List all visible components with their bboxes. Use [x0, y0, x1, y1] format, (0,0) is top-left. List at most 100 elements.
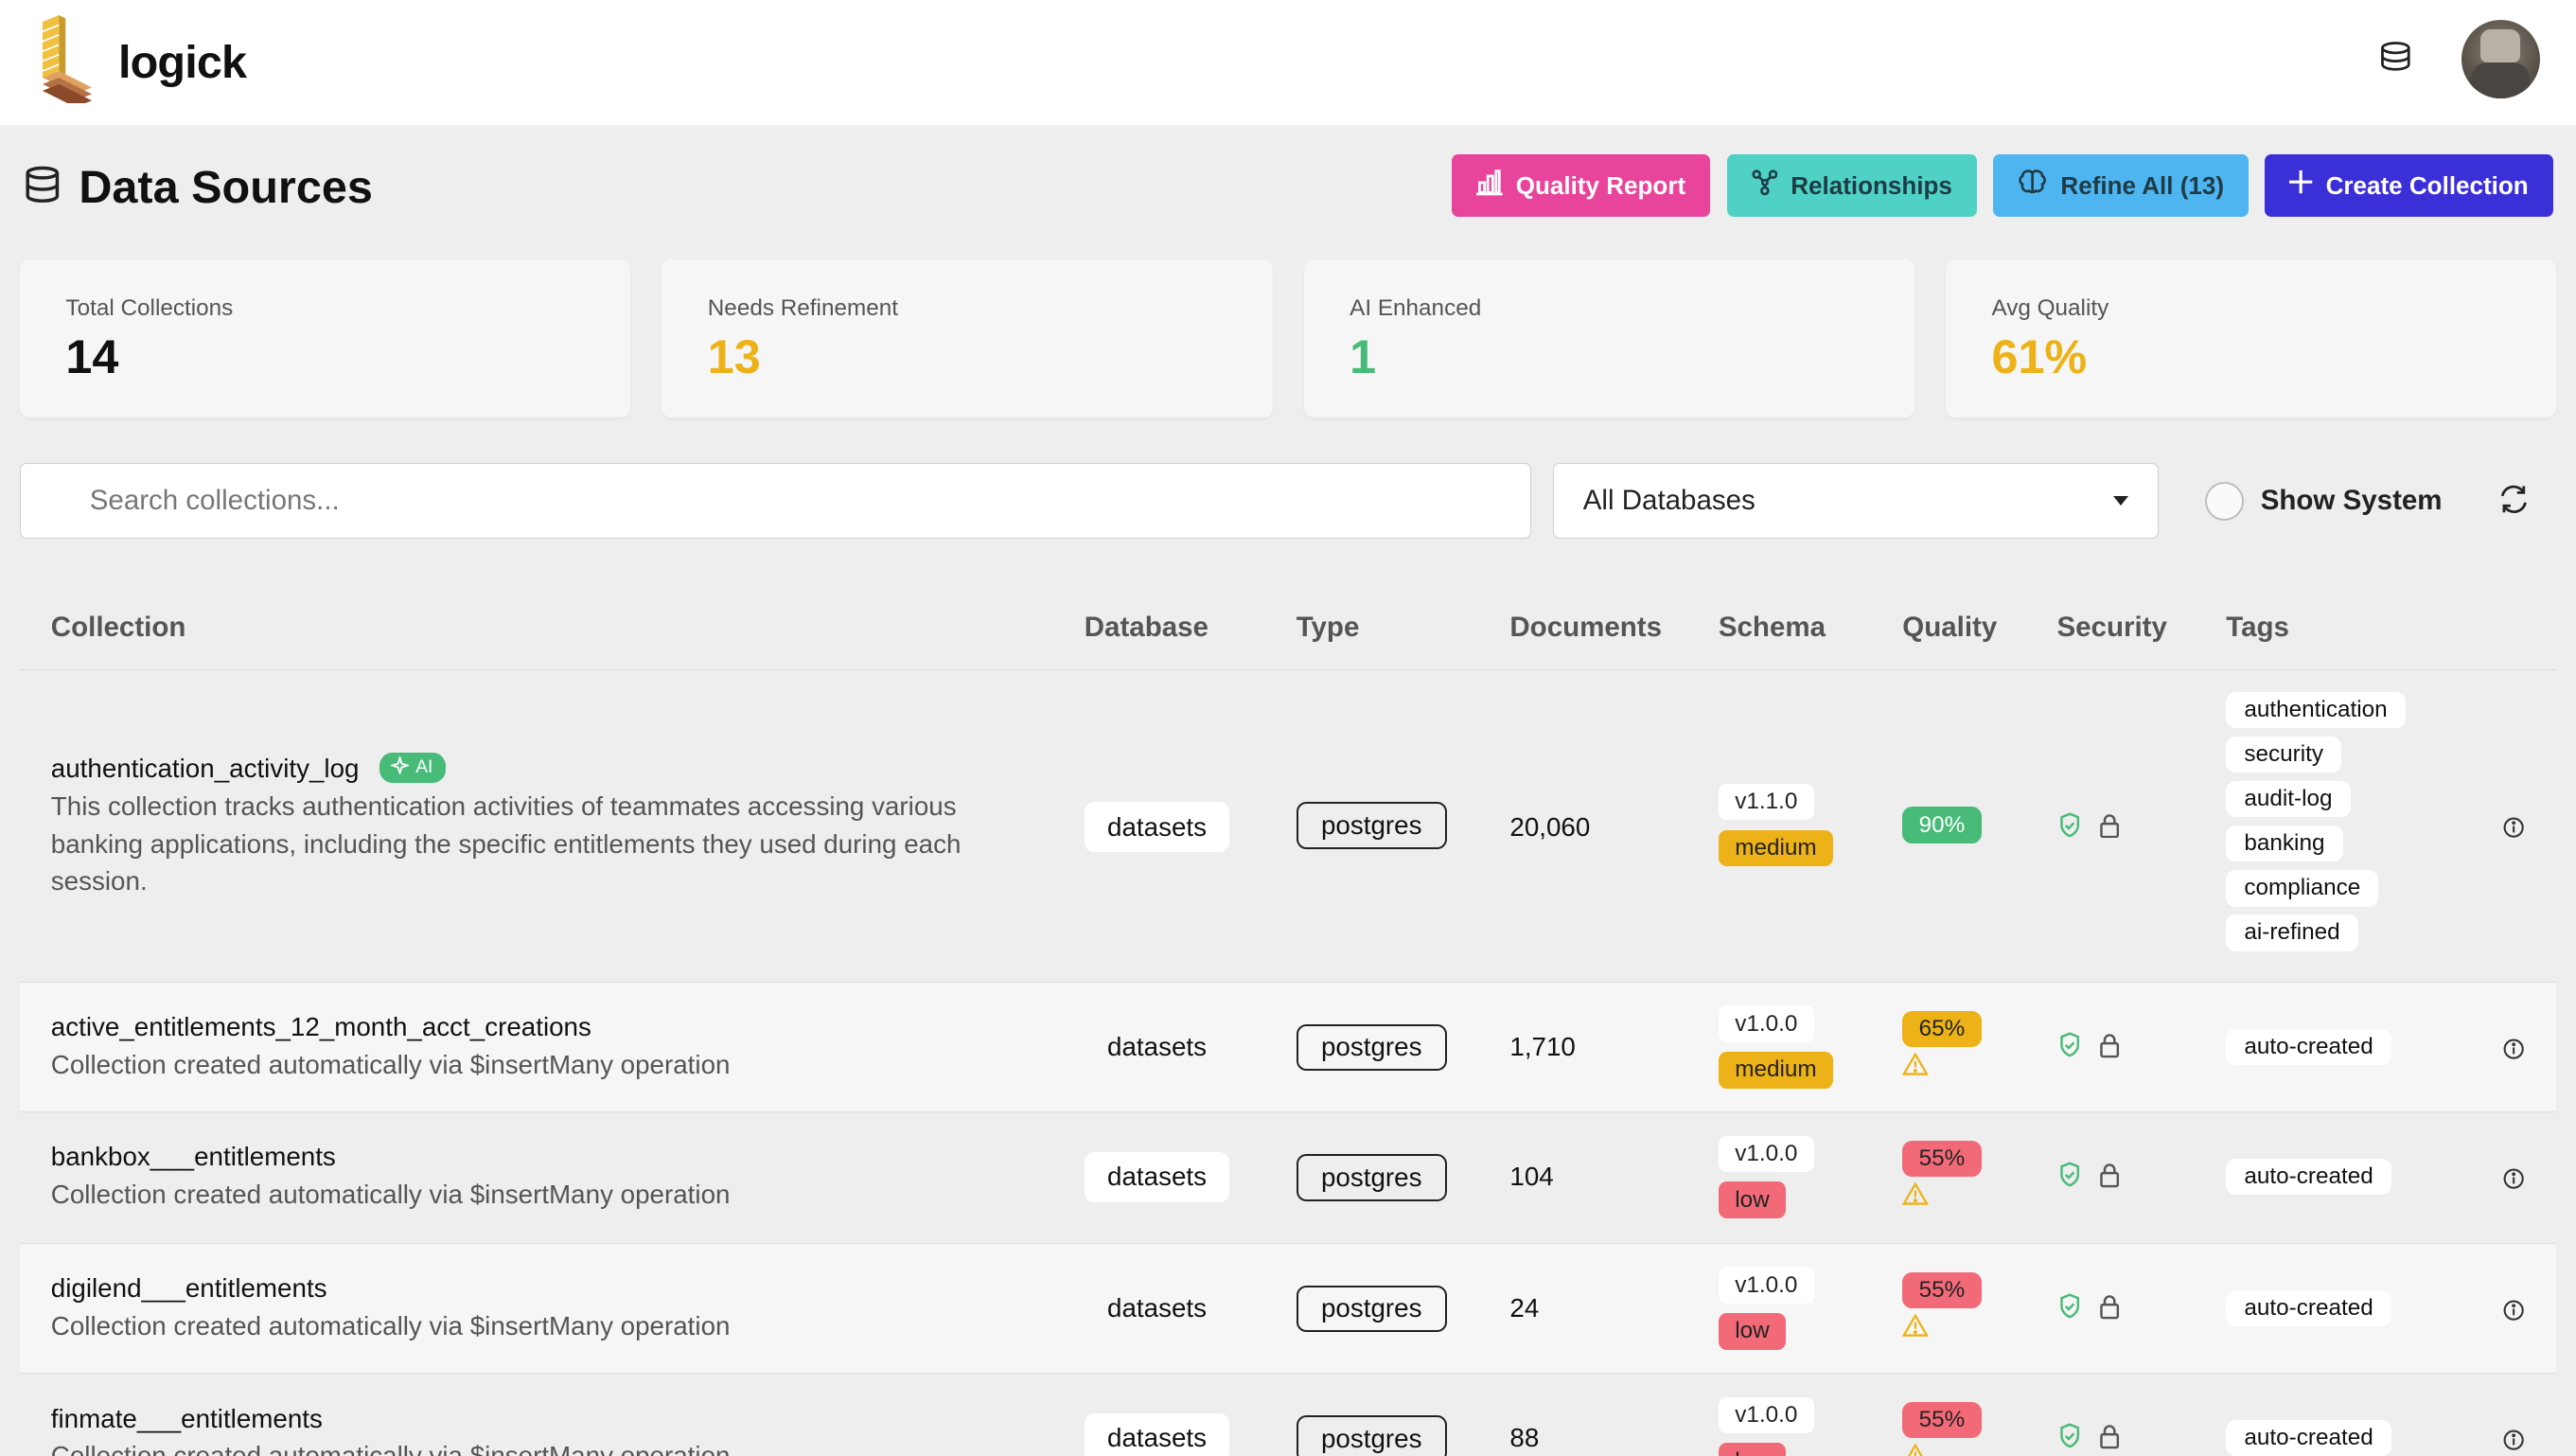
- stat-card-avg-quality: Avg Quality 61%: [1945, 259, 2557, 417]
- info-icon[interactable]: [2502, 1037, 2525, 1067]
- shield-check-icon: [2058, 1293, 2081, 1326]
- graph-nodes-icon: [1751, 169, 1778, 203]
- type-pill: postgres: [1296, 1153, 1447, 1201]
- lock-icon: [2098, 1162, 2121, 1195]
- ai-badge: AI: [379, 753, 447, 784]
- info-icon[interactable]: [2502, 1429, 2525, 1456]
- database-icon: [23, 165, 62, 211]
- table-row[interactable]: digilend___entitlements Collection creat…: [19, 1244, 2557, 1375]
- table-header: Collection Database Type Documents Schem…: [19, 585, 2557, 671]
- collection-description: Collection created automatically via $in…: [50, 1049, 731, 1079]
- table-row[interactable]: active_entitlements_12_month_acct_creati…: [19, 983, 2557, 1113]
- stat-card-total-collections: Total Collections 14: [19, 259, 631, 417]
- type-pill: postgres: [1296, 1023, 1447, 1072]
- collection-description: Collection created automatically via $in…: [50, 1310, 731, 1341]
- refine-all-button[interactable]: Refine All (13): [1993, 154, 2250, 218]
- tag[interactable]: banking: [2226, 826, 2343, 862]
- sparkle-icon: [389, 754, 411, 780]
- tag[interactable]: auto-created: [2226, 1289, 2391, 1327]
- column-header-schema[interactable]: Schema: [1719, 612, 1826, 644]
- chevron-down-icon: [2112, 496, 2128, 506]
- ai-badge-label: AI: [415, 757, 433, 778]
- quality-report-label: Quality Report: [1515, 170, 1686, 200]
- type-pill: postgres: [1296, 802, 1447, 850]
- database-pill: datasets: [1084, 1412, 1230, 1456]
- warning-icon: [1902, 1443, 1981, 1456]
- schema-version: v1.0.0: [1718, 1267, 1814, 1304]
- brand[interactable]: logick: [36, 14, 247, 111]
- collection-cell: digilend___entitlements Collection creat…: [51, 1273, 1037, 1344]
- lock-icon: [2098, 812, 2121, 845]
- column-header-quality[interactable]: Quality: [1902, 612, 1997, 644]
- filters-bar: All Databases Show System: [0, 463, 2576, 540]
- create-collection-button[interactable]: Create Collection: [2265, 154, 2553, 218]
- warning-icon: [1902, 1181, 1981, 1212]
- page-header: Data Sources Quality Report Relationship…: [0, 125, 2576, 250]
- document-count: 1,710: [1509, 1032, 1576, 1062]
- column-header-collection[interactable]: Collection: [51, 612, 186, 644]
- tag[interactable]: ai-refined: [2226, 914, 2358, 951]
- table-row[interactable]: finmate___entitlements Collection create…: [20, 1374, 2556, 1456]
- table-row[interactable]: authentication_activity_log AI This coll…: [19, 670, 2557, 984]
- quality-badge: 90%: [1902, 807, 1982, 843]
- column-header-database[interactable]: Database: [1085, 612, 1209, 644]
- security-indicators: [2058, 1423, 2121, 1456]
- collection-cell: finmate___entitlements Collection create…: [51, 1404, 1037, 1456]
- stat-value: 14: [65, 329, 119, 384]
- column-header-documents[interactable]: Documents: [1509, 612, 1662, 644]
- tag[interactable]: auto-created: [2226, 1028, 2391, 1066]
- security-indicators: [2058, 1032, 2121, 1065]
- collection-name[interactable]: finmate___entitlements: [51, 1404, 1037, 1434]
- app-root: logick Data Sources Quality Report Relat…: [0, 0, 2576, 1456]
- info-icon[interactable]: [2502, 1167, 2525, 1198]
- column-header-security[interactable]: Security: [2056, 612, 2166, 644]
- stat-value: 1: [1350, 329, 1377, 384]
- shield-check-icon: [2058, 1032, 2081, 1065]
- document-count: 104: [1509, 1162, 1554, 1192]
- page-title: Data Sources: [79, 161, 373, 213]
- stat-label: Total Collections: [65, 295, 234, 322]
- collection-description: Collection created automatically via $in…: [50, 1179, 731, 1209]
- column-header-type[interactable]: Type: [1297, 612, 1360, 644]
- relationships-label: Relationships: [1791, 170, 1952, 200]
- shield-check-icon: [2058, 811, 2081, 845]
- stat-value: 61%: [1991, 329, 2088, 384]
- schema-level-badge: low: [1718, 1181, 1787, 1218]
- column-header-tags[interactable]: Tags: [2226, 612, 2289, 644]
- collection-cell: active_entitlements_12_month_acct_creati…: [51, 1012, 1037, 1083]
- tag[interactable]: security: [2226, 736, 2342, 773]
- tag[interactable]: audit-log: [2226, 781, 2351, 818]
- show-system-checkbox[interactable]: [2204, 481, 2245, 522]
- search-input[interactable]: [19, 463, 1531, 540]
- avatar[interactable]: [2461, 19, 2540, 99]
- lock-icon: [2098, 1423, 2121, 1456]
- schema-level-badge: medium: [1718, 829, 1833, 867]
- tag[interactable]: auto-created: [2226, 1158, 2391, 1196]
- stat-value: 13: [707, 329, 761, 384]
- tag[interactable]: compliance: [2226, 870, 2379, 907]
- database-menu-icon[interactable]: [2379, 40, 2412, 80]
- schema-level-badge: low: [1718, 1443, 1787, 1456]
- collection-name[interactable]: bankbox___entitlements: [51, 1142, 1037, 1172]
- header-actions: Quality Report Relationships Refine All …: [1452, 154, 2553, 218]
- security-indicators: [2058, 811, 2121, 845]
- collection-name[interactable]: active_entitlements_12_month_acct_creati…: [51, 1012, 1037, 1042]
- info-icon[interactable]: [2502, 1298, 2525, 1328]
- tag[interactable]: auto-created: [2226, 1419, 2391, 1456]
- relationships-button[interactable]: Relationships: [1726, 154, 1977, 218]
- type-pill: postgres: [1296, 1414, 1447, 1456]
- table-row[interactable]: bankbox___entitlements Collection create…: [19, 1112, 2557, 1245]
- database-select-value: All Databases: [1582, 485, 1756, 517]
- database-select[interactable]: All Databases: [1552, 463, 2160, 540]
- schema-version: v1.0.0: [1718, 1135, 1814, 1172]
- collection-name[interactable]: authentication_activity_log: [51, 754, 360, 783]
- security-indicators: [2058, 1162, 2121, 1195]
- collection-name[interactable]: digilend___entitlements: [51, 1273, 1037, 1304]
- info-icon[interactable]: [2502, 815, 2525, 845]
- refresh-icon[interactable]: [2497, 483, 2531, 523]
- database-pill: datasets: [1084, 802, 1230, 852]
- collection-description: Collection created automatically via $in…: [50, 1440, 731, 1456]
- show-system-toggle[interactable]: Show System: [2204, 481, 2443, 522]
- quality-report-button[interactable]: Quality Report: [1452, 154, 1711, 218]
- tag[interactable]: authentication: [2226, 691, 2406, 729]
